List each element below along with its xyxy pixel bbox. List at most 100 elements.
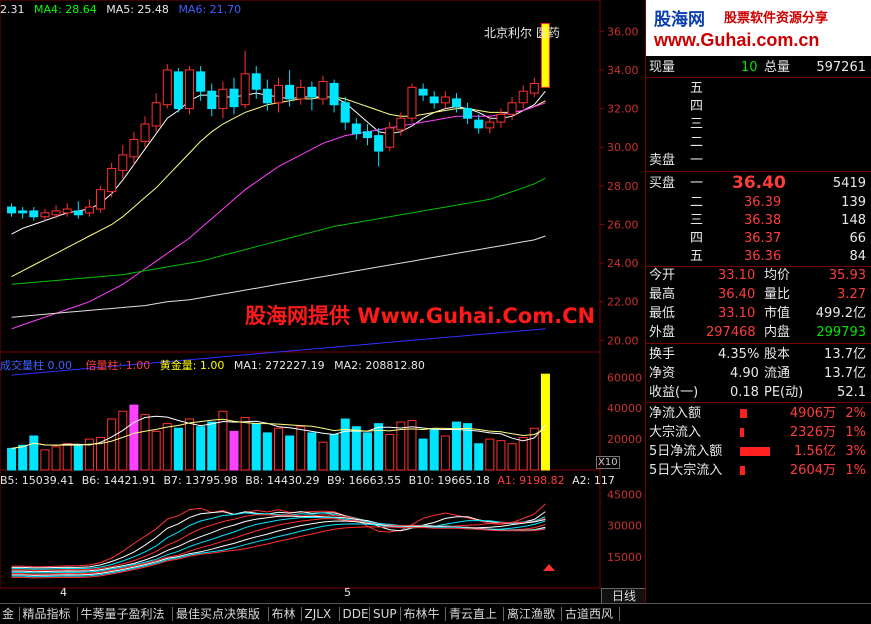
indicator-tab[interactable]: 青云直上 xyxy=(449,606,497,622)
candle-body xyxy=(418,88,428,96)
divider xyxy=(646,77,871,78)
volume-bar xyxy=(385,433,395,471)
volume-bar xyxy=(329,433,339,471)
stat-label-outer: 外盘 xyxy=(649,325,676,340)
stat-row-netasset: 净资 4.90 流通 13.7亿 xyxy=(646,364,871,383)
stat-value-eps: 0.18 xyxy=(730,385,759,400)
volume-bar xyxy=(318,441,328,471)
volume-bar xyxy=(418,438,428,471)
indicator-tab[interactable]: 古道西风 xyxy=(565,606,613,622)
volume-bar xyxy=(162,423,172,471)
buy-row-2[interactable]: 二 36.39 139 xyxy=(646,193,871,212)
stat-value-vol-ratio: 3.27 xyxy=(837,287,866,302)
tab-separator xyxy=(445,607,446,621)
candle-body xyxy=(40,212,50,218)
volume-bar xyxy=(540,373,550,471)
brand-banner[interactable]: 股海网 股票软件资源分享 www.Guhai.com.cn xyxy=(646,0,871,56)
stat-value-high: 36.40 xyxy=(718,287,756,302)
price-axis-label: 24.00 xyxy=(607,257,639,270)
money-flow-percent: 1% xyxy=(845,425,866,440)
buy-level-5: 五 xyxy=(690,249,704,264)
buy-row-3[interactable]: 三 36.38 148 xyxy=(646,211,871,230)
volume-bar xyxy=(485,438,495,471)
indicator-tab[interactable]: 精品指标 xyxy=(23,606,71,622)
candle-body xyxy=(62,208,72,214)
candle-body xyxy=(451,98,461,108)
divider xyxy=(646,343,871,344)
candle-body xyxy=(251,73,261,90)
price-axis-label: 28.00 xyxy=(607,180,639,193)
candle-body xyxy=(463,108,473,119)
stat-label-pe: PE(动) xyxy=(764,385,804,400)
stock-name-label: 北京利尔 医药 xyxy=(484,26,560,40)
indicator-tab[interactable]: SUP xyxy=(373,606,397,622)
volume-bar xyxy=(7,447,17,471)
money-flow-percent: 2% xyxy=(845,406,866,421)
candle-body xyxy=(273,84,284,104)
watermark-text: 股海网提供 Www.Guhai.Com.CN xyxy=(245,304,596,328)
volume-bar xyxy=(118,410,128,471)
buy-row-5[interactable]: 五 36.36 84 xyxy=(646,247,871,266)
buy-row-1[interactable]: 买盘 一 36.40 5419 xyxy=(646,174,871,194)
money-flow-label: 大宗流入 xyxy=(649,425,702,440)
candle-body xyxy=(262,88,272,104)
indicator-tab[interactable]: 最佳买点决策版 xyxy=(176,606,260,622)
candle-body xyxy=(73,210,83,216)
stat-row-eps: 收益(一) 0.18 PE(动) 52.1 xyxy=(646,383,871,402)
ma4-value: MA4: 28.64 xyxy=(34,3,97,16)
buy-row-4[interactable]: 四 36.37 66 xyxy=(646,229,871,248)
kline-chart-area[interactable]: 36.00 34.00 32.00 30.00 28.00 26.00 24.00 22.00… xyxy=(0,0,645,603)
ma-line xyxy=(11,96,546,278)
indicator-tab[interactable]: 离江渔歌 xyxy=(507,606,555,622)
ma-indicator-bar: 2.31 MA4: 28.64 MA5: 25.48 MA6: 21.70 xyxy=(0,3,241,16)
price-axis-label: 36.00 xyxy=(607,25,639,38)
candle-body xyxy=(18,210,28,214)
candle-body xyxy=(162,69,172,106)
indicator-tab[interactable]: 牛莠量子盈利法 xyxy=(81,606,165,622)
money-flow-bar xyxy=(740,466,745,475)
volume-bar xyxy=(340,418,350,471)
b10-value: B10: 19665.18 xyxy=(408,474,490,487)
stat-label-shares: 股本 xyxy=(764,347,791,362)
indicator-tab[interactable]: 布林 xyxy=(272,606,296,622)
money-flow-percent: 3% xyxy=(845,444,866,459)
volume-indicator-bar: 成交量柱 0.00 倍量柱: 1.00 黄金量: 1.00 MA1: 27222… xyxy=(0,357,425,373)
volume-bar xyxy=(29,435,39,471)
stat-row-high: 最高 36.40 量比 3.27 xyxy=(646,285,871,304)
candle-body xyxy=(7,206,17,214)
price-axis-label: 22.00 xyxy=(607,296,639,309)
buy-price-1: 36.40 xyxy=(732,173,786,193)
stat-label-turnover: 换手 xyxy=(649,347,676,362)
volume-bar xyxy=(296,426,306,471)
indicator-tab[interactable]: DDE xyxy=(343,606,369,622)
indicator-tab[interactable]: 布林牛 xyxy=(404,606,440,622)
stat-value-outer: 297468 xyxy=(706,325,756,340)
indicator-tab-bar: 金精品指标 牛莠量子盈利法 最佳买点决策版 布林 ZJLX DDE SUP 布林牛 青云直上 离江… xyxy=(0,603,871,624)
tab-separator xyxy=(338,607,340,621)
volume-bar xyxy=(173,427,183,471)
buy-side-label: 买盘 xyxy=(649,176,676,191)
b5-value: B5: 15039.41 xyxy=(0,474,75,487)
volume-bar xyxy=(429,429,439,471)
tab-separator xyxy=(399,607,401,621)
indicator-tab[interactable]: 金 xyxy=(2,606,14,622)
b7-value: B7: 13795.98 xyxy=(163,474,238,487)
stat-value-mktcap: 499.2亿 xyxy=(815,306,866,321)
now-volume-label: 现量 xyxy=(649,60,676,75)
stat-label-low: 最低 xyxy=(649,306,676,321)
stat-value-netasset: 4.90 xyxy=(730,366,759,381)
money-flow-value: 2604万 xyxy=(789,463,836,478)
candle-body xyxy=(474,119,484,129)
indicator-tab[interactable]: ZJLX xyxy=(305,606,332,622)
volume-bar xyxy=(251,423,261,471)
volume-summary-row: 现量 10 总量 597261 xyxy=(646,58,871,77)
volume-bar xyxy=(273,427,284,471)
total-volume-label: 总量 xyxy=(764,60,791,75)
candle-body xyxy=(84,206,94,214)
ma-line xyxy=(11,102,546,330)
candle-body xyxy=(429,96,439,104)
stat-value-low: 33.10 xyxy=(718,306,756,321)
volume-bar xyxy=(496,440,506,471)
money-flow-row: 5日大宗流入 2604万 1% xyxy=(646,461,871,480)
divider xyxy=(646,171,871,172)
